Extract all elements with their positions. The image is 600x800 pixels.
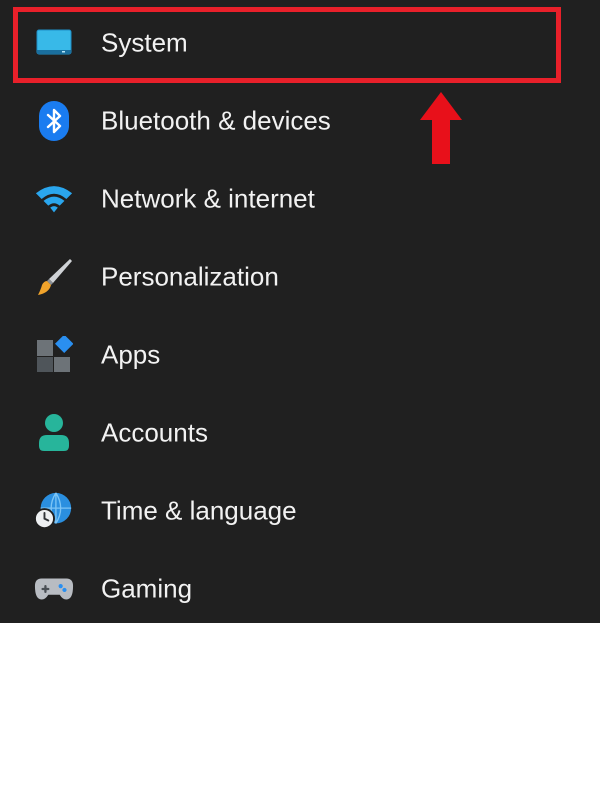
sidebar-item-label: Gaming <box>101 573 193 604</box>
sidebar-item-accounts[interactable]: Accounts <box>0 394 600 472</box>
sidebar-item-label: Time & language <box>101 495 297 526</box>
annotation-arrow-icon <box>420 92 462 164</box>
paintbrush-icon <box>34 257 74 297</box>
sidebar-item-personalization[interactable]: Personalization <box>0 238 600 316</box>
sidebar-item-bluetooth-devices[interactable]: Bluetooth & devices <box>0 82 600 160</box>
monitor-icon <box>34 23 74 63</box>
sidebar-item-label: Apps <box>101 339 161 370</box>
sidebar-item-time-language[interactable]: Time & language <box>0 472 600 550</box>
sidebar-item-gaming[interactable]: Gaming <box>0 550 600 628</box>
sidebar-item-label: Accounts <box>101 417 208 448</box>
sidebar-item-system[interactable]: System <box>0 4 600 82</box>
sidebar-item-label: Bluetooth & devices <box>101 105 331 136</box>
sidebar-item-label: Network & internet <box>101 183 315 214</box>
sidebar-item-label: Personalization <box>101 261 279 292</box>
bluetooth-icon <box>34 101 74 141</box>
wifi-icon <box>34 179 74 219</box>
gamepad-icon <box>34 569 74 609</box>
sidebar-item-label: System <box>101 27 188 58</box>
person-icon <box>34 413 74 453</box>
sidebar-item-network-internet[interactable]: Network & internet <box>0 160 600 238</box>
settings-sidebar-panel: System Bluetooth & devices Network & int… <box>0 0 600 623</box>
globe-clock-icon <box>34 491 74 531</box>
sidebar-item-apps[interactable]: Apps <box>0 316 600 394</box>
apps-icon <box>34 335 74 375</box>
